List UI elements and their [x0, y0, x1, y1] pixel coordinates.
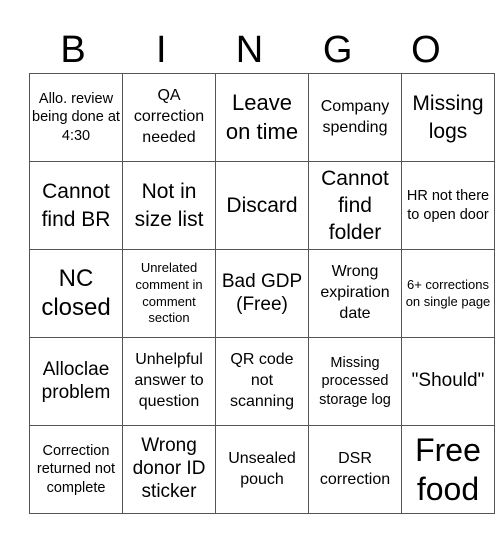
bingo-cell[interactable]: Company spending [308, 73, 402, 162]
bingo-cell[interactable]: Unsealed pouch [215, 425, 309, 514]
grid-row: NC closed Unrelated comment in comment s… [29, 249, 495, 338]
bingo-header: B I N G O [29, 28, 470, 73]
header-letter-o: O [411, 29, 441, 71]
bingo-cell[interactable]: Cannot find folder [308, 161, 402, 250]
bingo-cell[interactable]: Bad GDP (Free) [215, 249, 309, 338]
bingo-cell[interactable]: Not in size list [122, 161, 216, 250]
bingo-grid: Allo. review being done at 4:30 QA corre… [29, 73, 495, 514]
grid-row: Alloclae problem Unhelpful answer to que… [29, 337, 495, 426]
grid-row: Allo. review being done at 4:30 QA corre… [29, 73, 495, 162]
bingo-cell[interactable]: Wrong donor ID sticker [122, 425, 216, 514]
bingo-cell[interactable]: Alloclae problem [29, 337, 123, 426]
grid-row: Correction returned not complete Wrong d… [29, 425, 495, 514]
grid-row: Cannot find BR Not in size list Discard … [29, 161, 495, 250]
bingo-cell[interactable]: Cannot find BR [29, 161, 123, 250]
bingo-cell[interactable]: Unhelpful answer to question [122, 337, 216, 426]
header-letter-i: I [156, 29, 167, 71]
bingo-cell[interactable]: HR not there to open door [401, 161, 495, 250]
bingo-cell[interactable]: Free food [401, 425, 495, 514]
bingo-cell[interactable]: QA correction needed [122, 73, 216, 162]
bingo-cell[interactable]: 6+ corrections on single page [401, 249, 495, 338]
bingo-cell[interactable]: Discard [215, 161, 309, 250]
bingo-cell[interactable]: Allo. review being done at 4:30 [29, 73, 123, 162]
bingo-cell[interactable]: Leave on time [215, 73, 309, 162]
bingo-cell[interactable]: DSR correction [308, 425, 402, 514]
bingo-cell[interactable]: Wrong expiration date [308, 249, 402, 338]
bingo-cell[interactable]: Missing logs [401, 73, 495, 162]
header-letter-b: B [60, 29, 86, 71]
bingo-cell[interactable]: Missing processed storage log [308, 337, 402, 426]
bingo-cell[interactable]: "Should" [401, 337, 495, 426]
bingo-cell[interactable]: QR code not scanning [215, 337, 309, 426]
bingo-cell[interactable]: Correction returned not complete [29, 425, 123, 514]
header-letter-g: G [322, 29, 353, 71]
header-letter-n: N [235, 29, 264, 71]
bingo-cell[interactable]: Unrelated comment in comment section [122, 249, 216, 338]
bingo-cell[interactable]: NC closed [29, 249, 123, 338]
